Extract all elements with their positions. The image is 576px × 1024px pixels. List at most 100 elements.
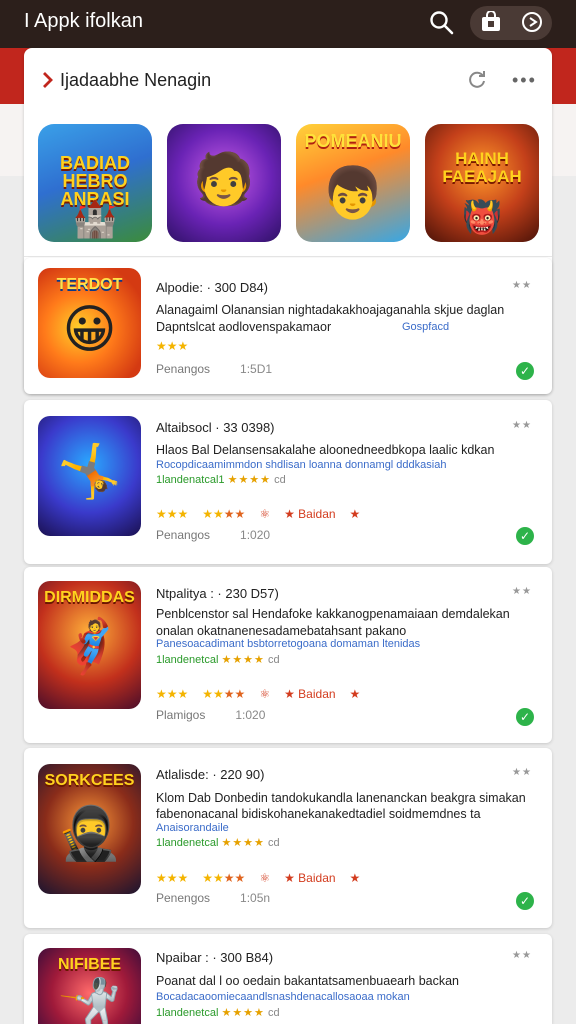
rating-stars: ★★★ ★★★★ ⚛ ★ Baidan ★ bbox=[156, 871, 360, 885]
app-meta: Plamigos 1:020 bbox=[156, 708, 265, 722]
app-tag-link[interactable]: Panesoacadimant bsbtorretogoana domaman … bbox=[156, 638, 526, 650]
featured-game-title: POMEANIU bbox=[304, 131, 402, 151]
app-description-line2: fabenonacanal bidiskohanekanakedtadiel s… bbox=[156, 807, 481, 821]
installed-check-icon: ✓ bbox=[516, 527, 534, 545]
app-icon-art: 🤺 bbox=[57, 977, 122, 1024]
stars-group: ★★ bbox=[223, 507, 246, 521]
category-tail: cd bbox=[267, 837, 280, 849]
stars-group: ★ bbox=[349, 507, 361, 521]
featured-game-tile[interactable]: 🧑 bbox=[167, 124, 281, 242]
app-list-card[interactable]: TERDOT 😀 Alpodie: · 300 D84) ★★ Alanagai… bbox=[24, 258, 552, 394]
rank-badge-icon: ⚛ bbox=[259, 507, 271, 521]
card-corner-marker: ★★ bbox=[512, 767, 532, 778]
category-stars: ★★★★ bbox=[227, 474, 272, 486]
meta-value: 1:020 bbox=[235, 708, 266, 722]
meta-label: Plamigos bbox=[156, 708, 206, 722]
app-icon-title: NIFIBEE bbox=[57, 956, 122, 973]
divider bbox=[24, 256, 552, 257]
app-category: 1landenetcal ★★★★ cd bbox=[156, 1006, 280, 1019]
app-description: Alanagaiml Olanansian nightadakakhoajaga… bbox=[156, 303, 505, 317]
app-icon-art: 😀 bbox=[62, 301, 117, 359]
back-chevron-icon[interactable] bbox=[40, 70, 54, 90]
meta-label: Penangos bbox=[156, 528, 211, 542]
game-art-icon: 👹 bbox=[462, 199, 502, 235]
app-category: 1landenatcal1 ★★★★ cd bbox=[156, 473, 286, 486]
app-icon-title: DIRMIDDAS bbox=[44, 589, 135, 606]
meta-value: 1:05n bbox=[240, 891, 271, 905]
app-title: Npaibar : · 300 B84) bbox=[156, 950, 274, 965]
app-description-line2: Dapntslcat aodlovenspakamaor bbox=[156, 320, 332, 334]
app-icon: DIRMIDDAS 🦸 bbox=[38, 581, 141, 709]
play-circle-icon[interactable] bbox=[521, 11, 543, 33]
stars-group: ★ bbox=[349, 871, 361, 885]
refresh-icon[interactable] bbox=[466, 68, 488, 90]
featured-game-title: HAINH FAEAJAH bbox=[442, 149, 522, 186]
category-label: 1landenatcal1 bbox=[156, 474, 225, 486]
app-title: Alpodie: · 300 D84) bbox=[156, 280, 269, 295]
app-description: Poanat dal l oo oedain bakantatsamenbuae… bbox=[156, 974, 460, 988]
stars-group: ★ Baidan bbox=[284, 871, 336, 885]
stars-group: ★★ bbox=[223, 871, 246, 885]
app-category: 1landenetcal ★★★★ cd bbox=[156, 836, 280, 849]
rank-badge-icon: ⚛ bbox=[259, 871, 271, 885]
game-art-icon: 👦 bbox=[321, 165, 385, 221]
app-tag-link[interactable]: Rocopdicaamimmdon shdlisan loanna donnam… bbox=[156, 459, 526, 471]
more-options-icon[interactable]: ••• bbox=[512, 70, 537, 91]
app-icon-title: SORKCEES bbox=[44, 772, 135, 789]
stars-group: ★ Baidan bbox=[284, 507, 336, 521]
card-corner-marker: ★★ bbox=[512, 280, 532, 291]
app-meta: Penengos 1:05n bbox=[156, 891, 270, 905]
stars-group: ★★ bbox=[223, 687, 246, 701]
store-bag-icon[interactable] bbox=[480, 11, 502, 33]
rating-stars: ★★★ ★★★★ ⚛ ★ Baidan ★ bbox=[156, 507, 360, 521]
category-tail: cd bbox=[267, 654, 280, 666]
stars-group: ★★ bbox=[202, 687, 224, 701]
installed-check-icon: ✓ bbox=[516, 892, 534, 910]
stars-group: ★★ bbox=[202, 871, 224, 885]
app-icon-art: 🤸 bbox=[57, 443, 122, 501]
app-icon: TERDOT 😀 bbox=[38, 268, 141, 378]
installed-check-icon: ✓ bbox=[516, 708, 534, 726]
game-art-icon: 🏰 bbox=[72, 198, 118, 239]
app-icon-title: TERDOT bbox=[56, 276, 123, 293]
featured-game-tile[interactable]: POMEANIU 👦 bbox=[296, 124, 410, 242]
category-stars: ★★★★ bbox=[221, 654, 265, 666]
meta-label: Penengos bbox=[156, 891, 211, 905]
app-list-card[interactable]: 🤸 Altaibsocl · 33 0398) ★★ Hlaos Bal Del… bbox=[24, 400, 552, 564]
game-art-icon: 🧑 bbox=[192, 151, 256, 207]
category-tail: cd bbox=[274, 474, 286, 486]
app-tag-link[interactable]: Anaisorandaile bbox=[156, 822, 526, 834]
meta-value: 1:5D1 bbox=[240, 362, 273, 376]
category-label: 1landenetcal bbox=[156, 654, 219, 666]
app-icon: 🤸 bbox=[38, 416, 141, 536]
app-tag-link[interactable]: Bocadacaoomiecaandlsnashdenacallosaoaa m… bbox=[156, 991, 526, 1003]
top-app-bar: I Appk ifolkan bbox=[0, 0, 576, 48]
search-icon[interactable] bbox=[428, 9, 456, 37]
app-description: Hlaos Bal Delansensakalahe aloonedneedbk… bbox=[156, 443, 495, 457]
app-list-card[interactable]: NIFIBEE 🤺 Npaibar : · 300 B84) ★★ Poanat… bbox=[24, 934, 552, 1024]
app-list-card[interactable]: SORKCEES 🥷 Atlalisde: · 220 90) ★★ Klom … bbox=[24, 748, 552, 928]
app-tag-link[interactable]: Gospfacd bbox=[402, 321, 522, 333]
meta-value: 1:020 bbox=[240, 528, 271, 542]
app-icon-art: 🥷 bbox=[57, 805, 122, 863]
meta-label: Penangos bbox=[156, 362, 211, 376]
app-meta: Penangos 1:5D1 bbox=[156, 362, 272, 376]
app-title: I Appk ifolkan bbox=[24, 10, 143, 32]
installed-check-icon: ✓ bbox=[516, 362, 534, 380]
stars-group: ★★★ bbox=[156, 871, 189, 885]
card-corner-marker: ★★ bbox=[512, 586, 532, 597]
category-tail: cd bbox=[267, 1007, 280, 1019]
panel-title: Ijadaabhe Nenagin bbox=[60, 70, 212, 90]
stars-group: ★★ bbox=[202, 507, 224, 521]
card-corner-marker: ★★ bbox=[512, 950, 532, 961]
app-icon: SORKCEES 🥷 bbox=[38, 764, 141, 894]
app-icon: NIFIBEE 🤺 bbox=[38, 948, 141, 1024]
featured-game-tile[interactable]: HAINH FAEAJAH 👹 bbox=[425, 124, 539, 242]
stars-group: ★★★ bbox=[156, 507, 189, 521]
app-title: Altaibsocl · 33 0398) bbox=[156, 420, 275, 435]
app-list-card[interactable]: DIRMIDDAS 🦸 Ntpalitya : · 230 D57) ★★ Pe… bbox=[24, 567, 552, 743]
featured-game-tile[interactable]: BADIAD HEBRO ANRASI 🏰 bbox=[38, 124, 152, 242]
app-description: Penblcenstor sal Hendafoke kakkanogpenam… bbox=[156, 607, 510, 621]
app-category: 1landenetcal ★★★★ cd bbox=[156, 653, 280, 666]
category-stars: ★★★★ bbox=[221, 837, 265, 849]
